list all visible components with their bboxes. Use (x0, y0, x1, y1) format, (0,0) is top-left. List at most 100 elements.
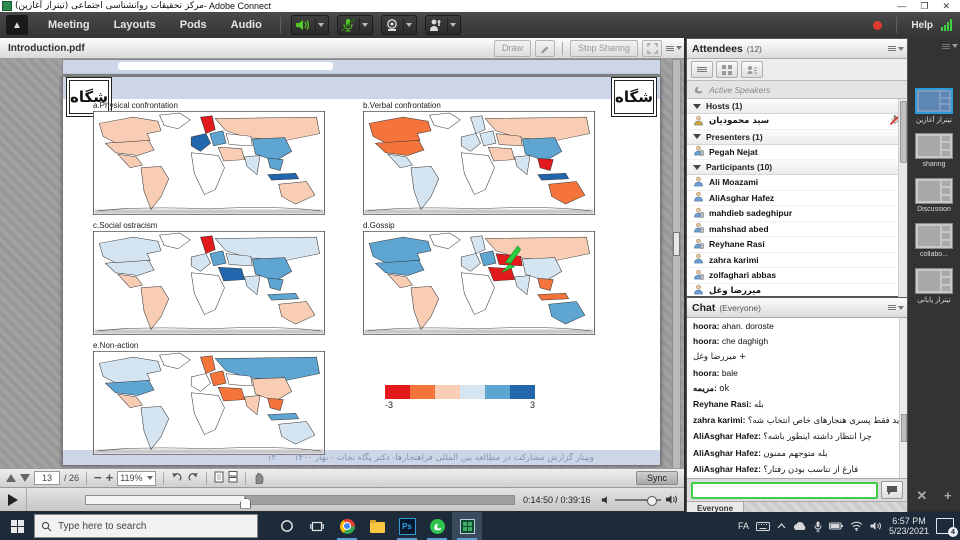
draw-button[interactable]: Draw (494, 40, 531, 57)
attendee-row[interactable]: mahdieb sadeghipur (687, 206, 907, 222)
attendees-scrollbar[interactable] (898, 99, 907, 316)
grid-view-button[interactable] (716, 61, 738, 78)
play-button[interactable] (0, 488, 27, 511)
chat-message-author: مریمه: (693, 383, 719, 393)
layouts-menu[interactable] (942, 41, 956, 51)
zoom-out-button[interactable]: − (94, 473, 102, 483)
raise-hand-dropdown[interactable] (447, 18, 458, 32)
page-header-band (63, 77, 660, 99)
attendee-row[interactable]: zolfaghari abbas (687, 268, 907, 284)
page-number-input[interactable]: 13 (34, 471, 60, 485)
chat-scrollbar[interactable] (899, 318, 907, 478)
color-scale-legend: -3 3 (385, 385, 535, 410)
menu-audio[interactable]: Audio (219, 12, 274, 38)
send-message-button[interactable] (881, 481, 903, 499)
attendee-row[interactable]: Pegah Nejat (687, 145, 907, 161)
cortana-button[interactable] (272, 512, 302, 540)
zoom-level-select[interactable]: 119% (117, 471, 155, 486)
chat-pod-menu[interactable] (888, 303, 902, 313)
onedrive-icon[interactable] (793, 522, 807, 531)
microphone-tray-icon[interactable] (814, 521, 822, 532)
stop-sharing-button[interactable]: Stop Sharing (570, 40, 638, 57)
attendee-row[interactable]: Reyhane Rasi (687, 237, 907, 253)
attendee-group-header[interactable]: Presenters (1) (687, 130, 907, 145)
microphone-dropdown[interactable] (359, 18, 370, 32)
status-view-button[interactable] (741, 61, 763, 78)
next-page-button[interactable] (20, 474, 30, 482)
attendee-group-header[interactable]: Hosts (1) (687, 99, 907, 114)
attendee-group-header[interactable]: Participants (10) (687, 160, 907, 175)
task-view-icon (310, 520, 324, 533)
attendee-row[interactable]: mahshad abed (687, 222, 907, 238)
close-button[interactable]: ✕ (942, 1, 950, 12)
taskbar-clock[interactable]: 6:57 PM 5/23/2021 (889, 516, 929, 536)
taskbar-photoshop[interactable]: Ps (392, 512, 422, 540)
rotate-left-button[interactable] (171, 472, 183, 485)
attendees-view-buttons (687, 59, 907, 81)
layout-thumbnail-3[interactable] (915, 178, 953, 204)
world-map-c (93, 231, 325, 335)
taskbar-adobe-connect[interactable] (452, 512, 482, 540)
attendees-pod-menu[interactable] (888, 44, 902, 54)
volume-knob[interactable] (647, 496, 657, 506)
wifi-icon[interactable] (850, 521, 863, 531)
menu-layouts[interactable]: Layouts (102, 12, 168, 38)
help-menu[interactable]: Help (911, 20, 933, 31)
speaker-button[interactable] (291, 15, 329, 35)
task-view-button[interactable] (302, 512, 332, 540)
continuous-view-button[interactable] (228, 471, 238, 485)
minimize-button[interactable]: — (897, 1, 906, 12)
add-layout-button[interactable]: + (944, 488, 952, 504)
speaker-dropdown[interactable] (315, 18, 326, 32)
taskbar-explorer[interactable] (362, 512, 392, 540)
layout-thumbnail-1[interactable] (915, 88, 953, 114)
chat-input[interactable] (691, 482, 878, 499)
language-indicator[interactable]: FA (738, 521, 749, 531)
single-page-view-button[interactable] (214, 471, 224, 485)
volume-slider[interactable] (615, 499, 661, 501)
raise-hand-button[interactable] (425, 15, 461, 35)
list-view-button[interactable] (691, 61, 713, 78)
layout-thumbnail-2[interactable] (915, 133, 953, 159)
document-scrollbar[interactable] (672, 59, 681, 468)
world-map-b (363, 111, 595, 215)
previous-page-button[interactable] (6, 474, 16, 482)
action-center-button[interactable]: 4 (936, 518, 954, 534)
layout-thumbnail-4[interactable] (915, 223, 953, 249)
pan-tool-button[interactable] (253, 471, 265, 486)
chat-message-text: خب برای این هدف نباید فقط پسری هنجارهای … (748, 416, 899, 426)
microphone-button[interactable] (337, 15, 373, 35)
attendee-row[interactable]: zahra karimi (687, 253, 907, 269)
tray-expand-chevron[interactable] (777, 523, 786, 529)
pen-tool-button[interactable] (535, 40, 555, 57)
layout-thumbnail-5[interactable] (915, 268, 953, 294)
manage-layouts-button[interactable]: ✕ (916, 488, 927, 504)
share-pod-menu[interactable] (666, 43, 680, 53)
menu-pods[interactable]: Pods (168, 12, 219, 38)
taskbar-whatsapp[interactable] (422, 512, 452, 540)
sync-button[interactable]: Sync (636, 471, 678, 485)
attendee-row[interactable]: Ali Moazami (687, 175, 907, 191)
zoom-in-button[interactable]: + (106, 473, 114, 483)
rotate-right-button[interactable] (187, 472, 199, 485)
fullscreen-button[interactable] (642, 40, 662, 57)
playback-time: 0:14:50 / 0:39:16 (523, 495, 591, 505)
webcam-button[interactable] (381, 15, 417, 35)
attendee-row[interactable]: AliAsghar Hafez (687, 191, 907, 207)
attendee-row[interactable]: سید محمودیان (687, 114, 907, 130)
taskbar-chrome[interactable] (332, 512, 362, 540)
menu-meeting[interactable]: Meeting (36, 12, 102, 38)
attendee-avatar (693, 176, 704, 189)
speaker-tray-icon[interactable] (870, 521, 882, 531)
battery-icon[interactable] (829, 522, 843, 530)
start-button[interactable] (0, 512, 34, 540)
webcam-dropdown[interactable] (403, 18, 414, 32)
status-view-icon (747, 65, 757, 75)
taskbar-search[interactable]: Type here to search (34, 514, 258, 538)
connection-signal-icon (941, 19, 952, 31)
active-speakers-label: Active Speakers (709, 85, 770, 95)
playback-progress[interactable] (85, 495, 515, 505)
keyboard-icon[interactable] (756, 522, 770, 531)
maximize-button[interactable]: ❐ (920, 1, 928, 12)
chat-message-author: hoora: (693, 321, 722, 331)
